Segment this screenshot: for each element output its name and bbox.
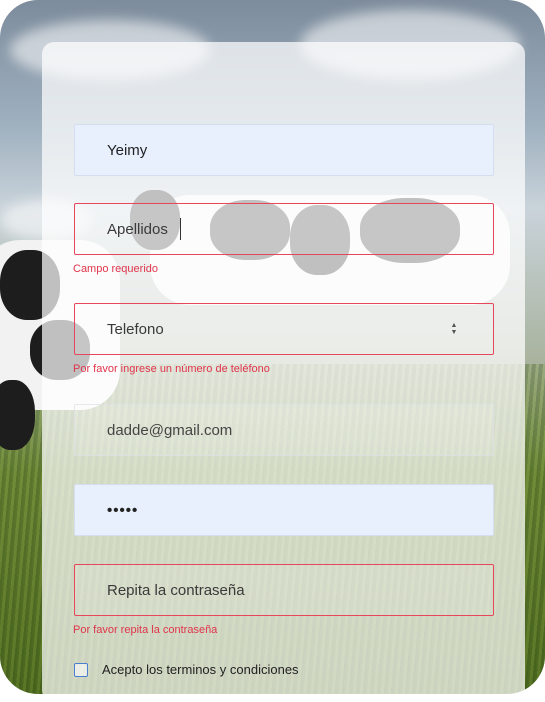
terms-checkbox[interactable] (74, 662, 88, 677)
repeat-password-error: Por favor repita la contraseña (73, 624, 218, 636)
email-value: dadde@gmail.com (107, 421, 233, 439)
last-name-field[interactable]: Apellidos (74, 203, 494, 255)
repeat-password-placeholder: Repita la contraseña (107, 581, 245, 599)
terms-label[interactable]: Acepto los terminos y condiciones (102, 662, 299, 677)
phone-error: Por favor ingrese un número de teléfono (73, 363, 270, 375)
terms-row: Acepto los terminos y condiciones (74, 662, 299, 677)
first-name-field[interactable]: Yeimy (74, 124, 494, 176)
spinner-down-icon[interactable]: ▼ (451, 329, 458, 336)
password-value: ••••• (107, 501, 139, 519)
cow-spot (0, 380, 35, 450)
phone-placeholder: Telefono (107, 320, 164, 338)
last-name-placeholder: Apellidos (107, 220, 168, 238)
repeat-password-field[interactable]: Repita la contraseña (74, 564, 494, 616)
spinner-up-icon[interactable]: ▲ (451, 322, 458, 329)
text-caret (180, 218, 181, 240)
first-name-value: Yeimy (107, 141, 148, 159)
number-spinner[interactable]: ▲ ▼ (449, 321, 459, 337)
email-field[interactable]: dadde@gmail.com (74, 404, 494, 456)
password-field[interactable]: ••••• (74, 484, 494, 536)
phone-field[interactable]: Telefono ▲ ▼ (74, 303, 494, 355)
last-name-error: Campo requerido (73, 263, 158, 275)
